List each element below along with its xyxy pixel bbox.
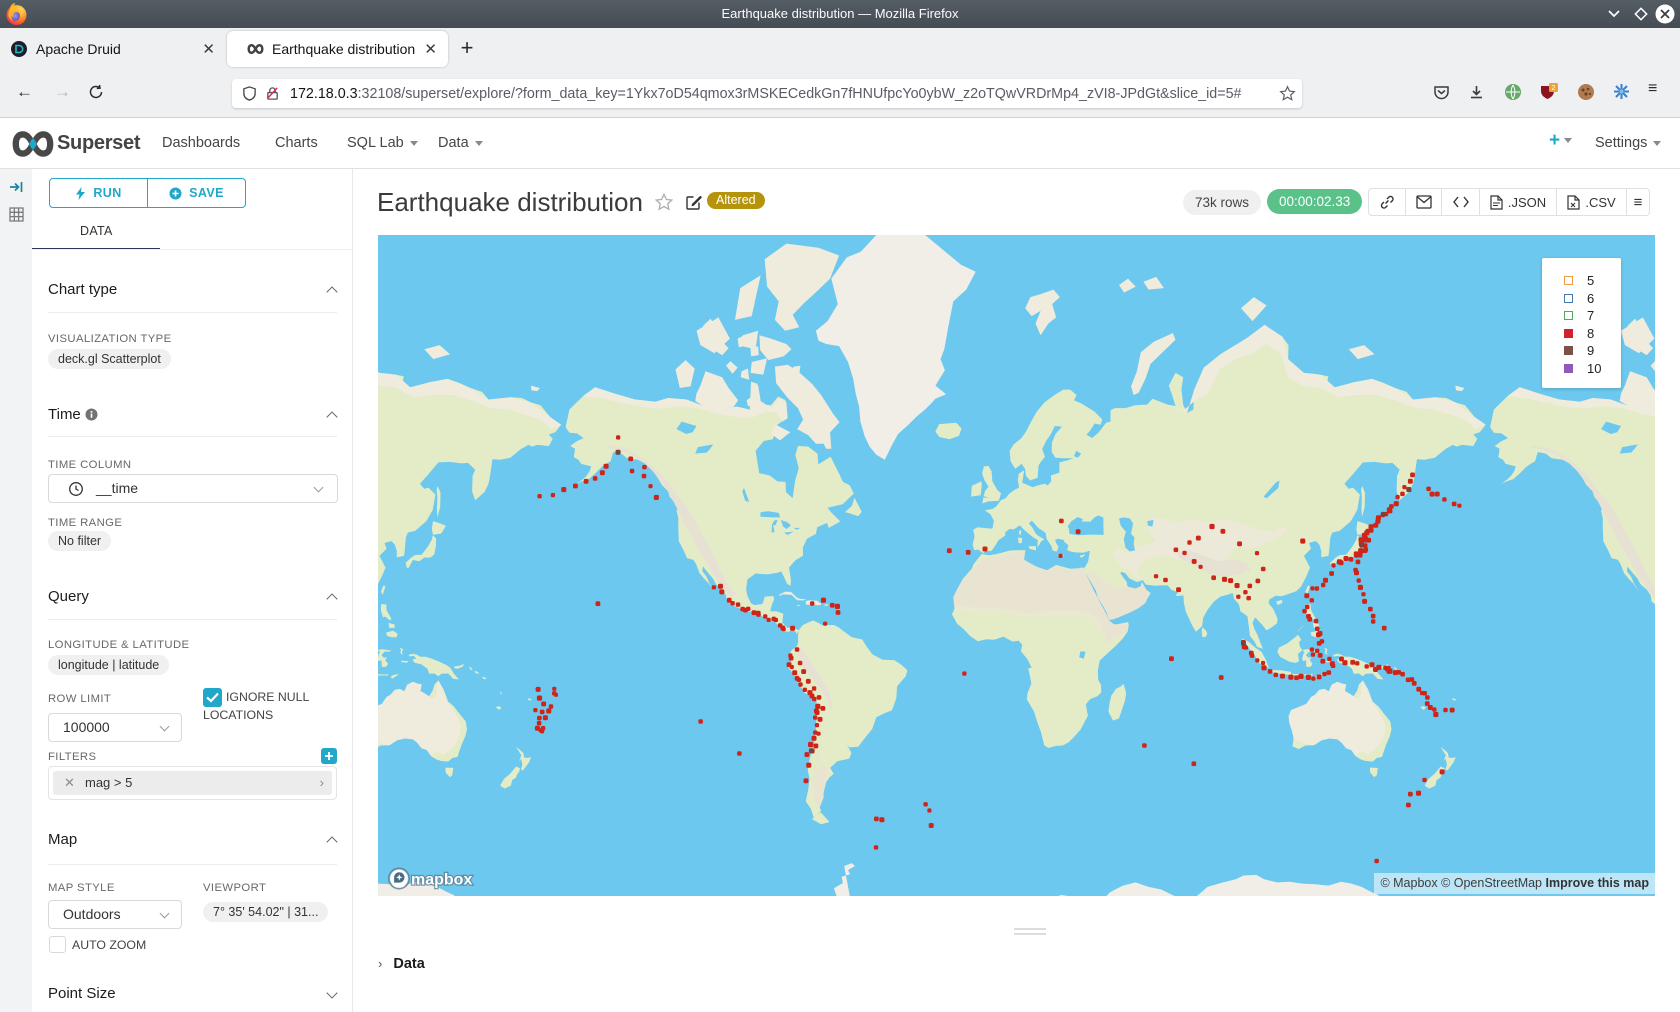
svg-text:mapbox: mapbox — [411, 872, 472, 889]
svg-text:2: 2 — [1551, 83, 1555, 92]
